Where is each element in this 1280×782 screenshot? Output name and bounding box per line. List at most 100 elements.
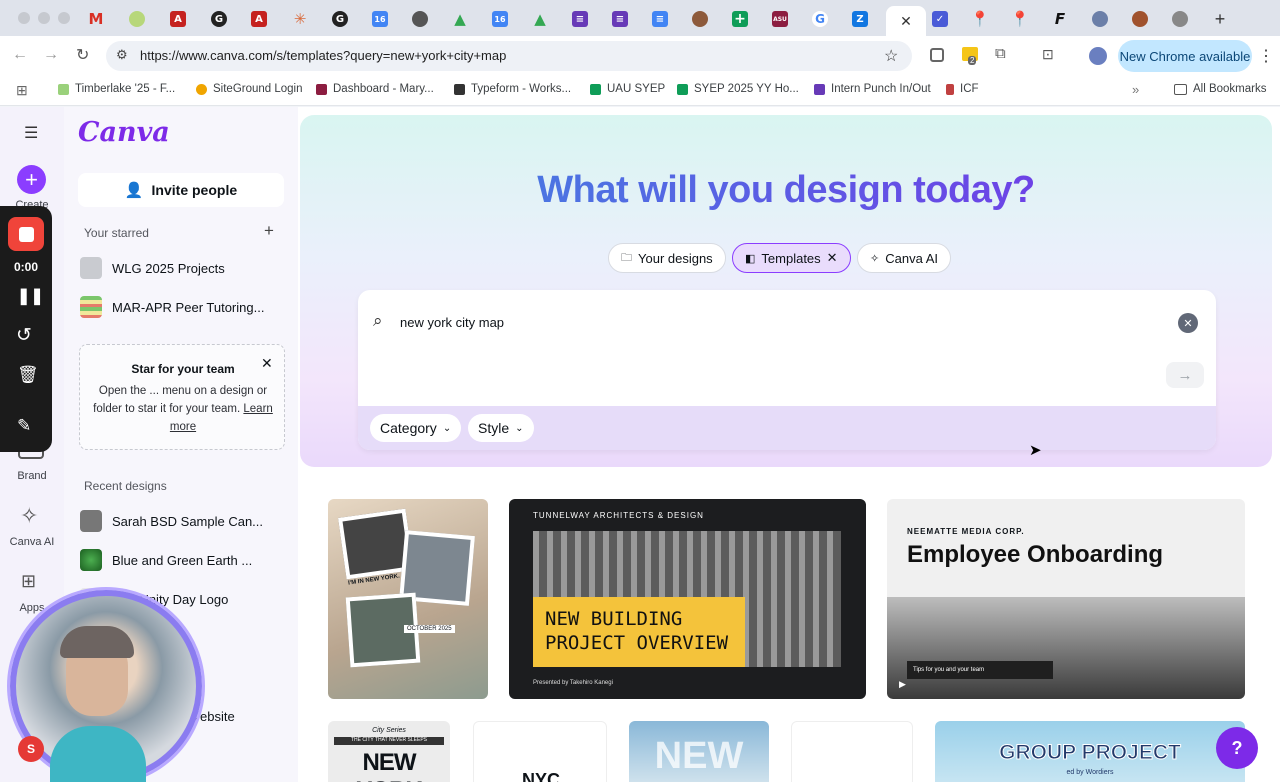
template-card-blank[interactable] [791, 721, 913, 782]
bookmark-item[interactable]: Typeform - Works... [454, 83, 571, 95]
tab-zillow[interactable]: Z [840, 6, 880, 32]
tab-asu[interactable]: ASU [760, 6, 800, 32]
tab-4[interactable]: G [199, 6, 239, 32]
tab-claude[interactable]: ✳ [280, 6, 320, 32]
tab-maps-2[interactable]: 📍 [1000, 6, 1040, 32]
learn-more-link[interactable]: Learn [243, 403, 272, 415]
pause-icon[interactable]: ❚❚ [17, 286, 44, 306]
bookmark-item[interactable]: ICF [946, 83, 979, 95]
restart-icon[interactable]: ↺ [16, 324, 32, 347]
bookmarks-overflow-icon[interactable]: » [1132, 82, 1139, 97]
create-button[interactable]: + [17, 165, 46, 194]
apps-grid-icon[interactable]: ⊞ [16, 82, 28, 99]
stop-recording-button[interactable] [8, 217, 44, 251]
site-settings-icon[interactable]: ⚙ [116, 47, 128, 63]
tab-9[interactable] [400, 6, 440, 32]
tab-pdf-2[interactable]: A [239, 6, 279, 32]
bookmark-item[interactable]: Timberlake '25 - F... [58, 83, 175, 95]
bookmark-star-icon[interactable]: ☆ [884, 46, 898, 66]
collapse-menu-icon[interactable]: ☰ [24, 123, 38, 143]
tab-docs[interactable]: ≡ [640, 6, 680, 32]
tab-profile-2[interactable] [1120, 6, 1160, 32]
bookmark-item[interactable]: SYEP 2025 YY Ho... [677, 83, 799, 95]
canva-logo[interactable]: Canva [78, 117, 170, 148]
recent-design-item[interactable]: Sarah BSD Sample Can... [80, 506, 263, 536]
tab-2[interactable] [117, 6, 157, 32]
starred-item[interactable]: MAR-APR Peer Tutoring... [80, 292, 264, 322]
template-card-employee-onboarding[interactable]: NEEMATTE MEDIA CORP. Employee Onboarding… [887, 499, 1245, 699]
tab-forms-2[interactable]: ≡ [600, 6, 640, 32]
forms-icon: ≡ [572, 11, 588, 27]
canva-ai-sparkle-icon[interactable]: ✧ [20, 503, 38, 529]
tab-maps[interactable]: 📍 [960, 6, 1000, 32]
bookmark-item[interactable]: UAU SYEP [590, 83, 665, 95]
canva-ai-label: Canva AI [9, 536, 55, 548]
tab-f[interactable]: F [1040, 6, 1080, 32]
apps-icon[interactable]: ⊞ [21, 571, 36, 592]
tab-7[interactable]: G [320, 6, 360, 32]
tab-sheets[interactable]: + [720, 6, 760, 32]
more-menu-icon[interactable]: ⋮ [1258, 46, 1274, 66]
puzzle-icon[interactable]: ⧉ [995, 45, 1006, 62]
tab-pdf[interactable]: A [158, 6, 198, 32]
play-icon[interactable]: ▶ [899, 679, 906, 690]
folder-icon [1174, 83, 1187, 95]
tab-profile[interactable] [680, 6, 720, 32]
tab-templates[interactable]: ◧ Templates ✕ [732, 243, 851, 273]
gmail-icon: M [88, 10, 104, 28]
style-filter-dropdown[interactable]: Style ⌄ [468, 414, 534, 442]
tab-canva-ai[interactable]: ✧ Canva AI [857, 243, 951, 273]
back-arrow-icon[interactable]: ← [12, 46, 28, 64]
tab-gmail[interactable]: M [76, 6, 116, 32]
address-bar[interactable]: ⚙ https://www.canva.com/s/templates?quer… [106, 41, 912, 71]
all-bookmarks-button[interactable]: All Bookmarks [1174, 83, 1267, 95]
tab-google[interactable]: G [800, 6, 840, 32]
template-card-nyc[interactable]: NYC [473, 721, 607, 782]
close-tab-icon[interactable]: ✕ [900, 13, 912, 30]
trash-icon[interactable]: 🗑 [17, 365, 39, 385]
tip-title: Star for your team [131, 362, 235, 376]
template-card-new-york-newspaper[interactable]: City Series THE CITY THAT NEVER SLEEPS N… [328, 721, 450, 782]
new-tab-button[interactable]: + [1200, 6, 1240, 32]
help-button[interactable]: ? [1216, 727, 1258, 769]
window-minimize-dot[interactable] [38, 12, 50, 24]
search-input[interactable]: new york city map [400, 315, 504, 330]
tab-photo[interactable] [1080, 6, 1120, 32]
invite-people-button[interactable]: 👤 Invite people [78, 173, 284, 207]
reload-icon[interactable]: ↻ [76, 45, 89, 65]
template-card-new-building[interactable]: TUNNELWAY ARCHITECTS & DESIGN NEW BUILDI… [509, 499, 866, 699]
bookmark-item[interactable]: SiteGround Login [196, 83, 303, 95]
tab-search-icon[interactable]: ⊡ [1042, 46, 1054, 63]
category-filter-dropdown[interactable]: Category ⌄ [370, 414, 462, 442]
forward-arrow-icon[interactable]: → [43, 46, 59, 64]
learn-more-link-2[interactable]: more [170, 421, 196, 433]
recent-design-item[interactable]: Blue and Green Earth ... [80, 545, 252, 575]
qr-code-icon[interactable] [930, 48, 944, 62]
template-card-new-york-collage[interactable]: I'M IN NEW YORK. OCTOBER 2025 [328, 499, 488, 699]
tab-your-designs[interactable]: 🗀 Your designs [608, 243, 726, 273]
bookmark-item[interactable]: Intern Punch In/Out [814, 83, 931, 95]
window-close-dot[interactable] [18, 12, 30, 24]
add-starred-icon[interactable]: + [264, 221, 274, 241]
new-chrome-available-button[interactable]: New Chrome available [1118, 40, 1252, 72]
tab-chat[interactable]: ✓ [920, 6, 960, 32]
profile-avatar[interactable] [1089, 47, 1107, 65]
tab-calendar-2[interactable]: 16 [480, 6, 520, 32]
starred-item[interactable]: WLG 2025 Projects [80, 253, 225, 283]
close-filter-icon[interactable]: ✕ [827, 250, 838, 266]
submit-search-button[interactable]: → [1166, 362, 1204, 388]
close-tip-icon[interactable]: ✕ [261, 355, 273, 372]
clear-search-icon[interactable]: ✕ [1178, 313, 1198, 333]
tab-calendar[interactable]: 16 [360, 6, 400, 32]
tab-drive-2[interactable]: ▲ [520, 6, 560, 32]
tab-globe[interactable] [1160, 6, 1200, 32]
bookmark-item[interactable]: Dashboard - Mary... [316, 83, 434, 95]
template-card-group-project[interactable]: GROUP PROJECT ed by Wordiers [935, 721, 1245, 782]
bookmark-favicon [590, 83, 601, 95]
template-card-new-skyline[interactable]: NEW [629, 721, 769, 782]
user-avatar[interactable]: S [18, 736, 44, 762]
tab-forms[interactable]: ≡ [560, 6, 600, 32]
window-zoom-dot[interactable] [58, 12, 70, 24]
annotate-icon[interactable]: ✎ [17, 416, 31, 436]
tab-drive[interactable]: ▲ [440, 6, 480, 32]
